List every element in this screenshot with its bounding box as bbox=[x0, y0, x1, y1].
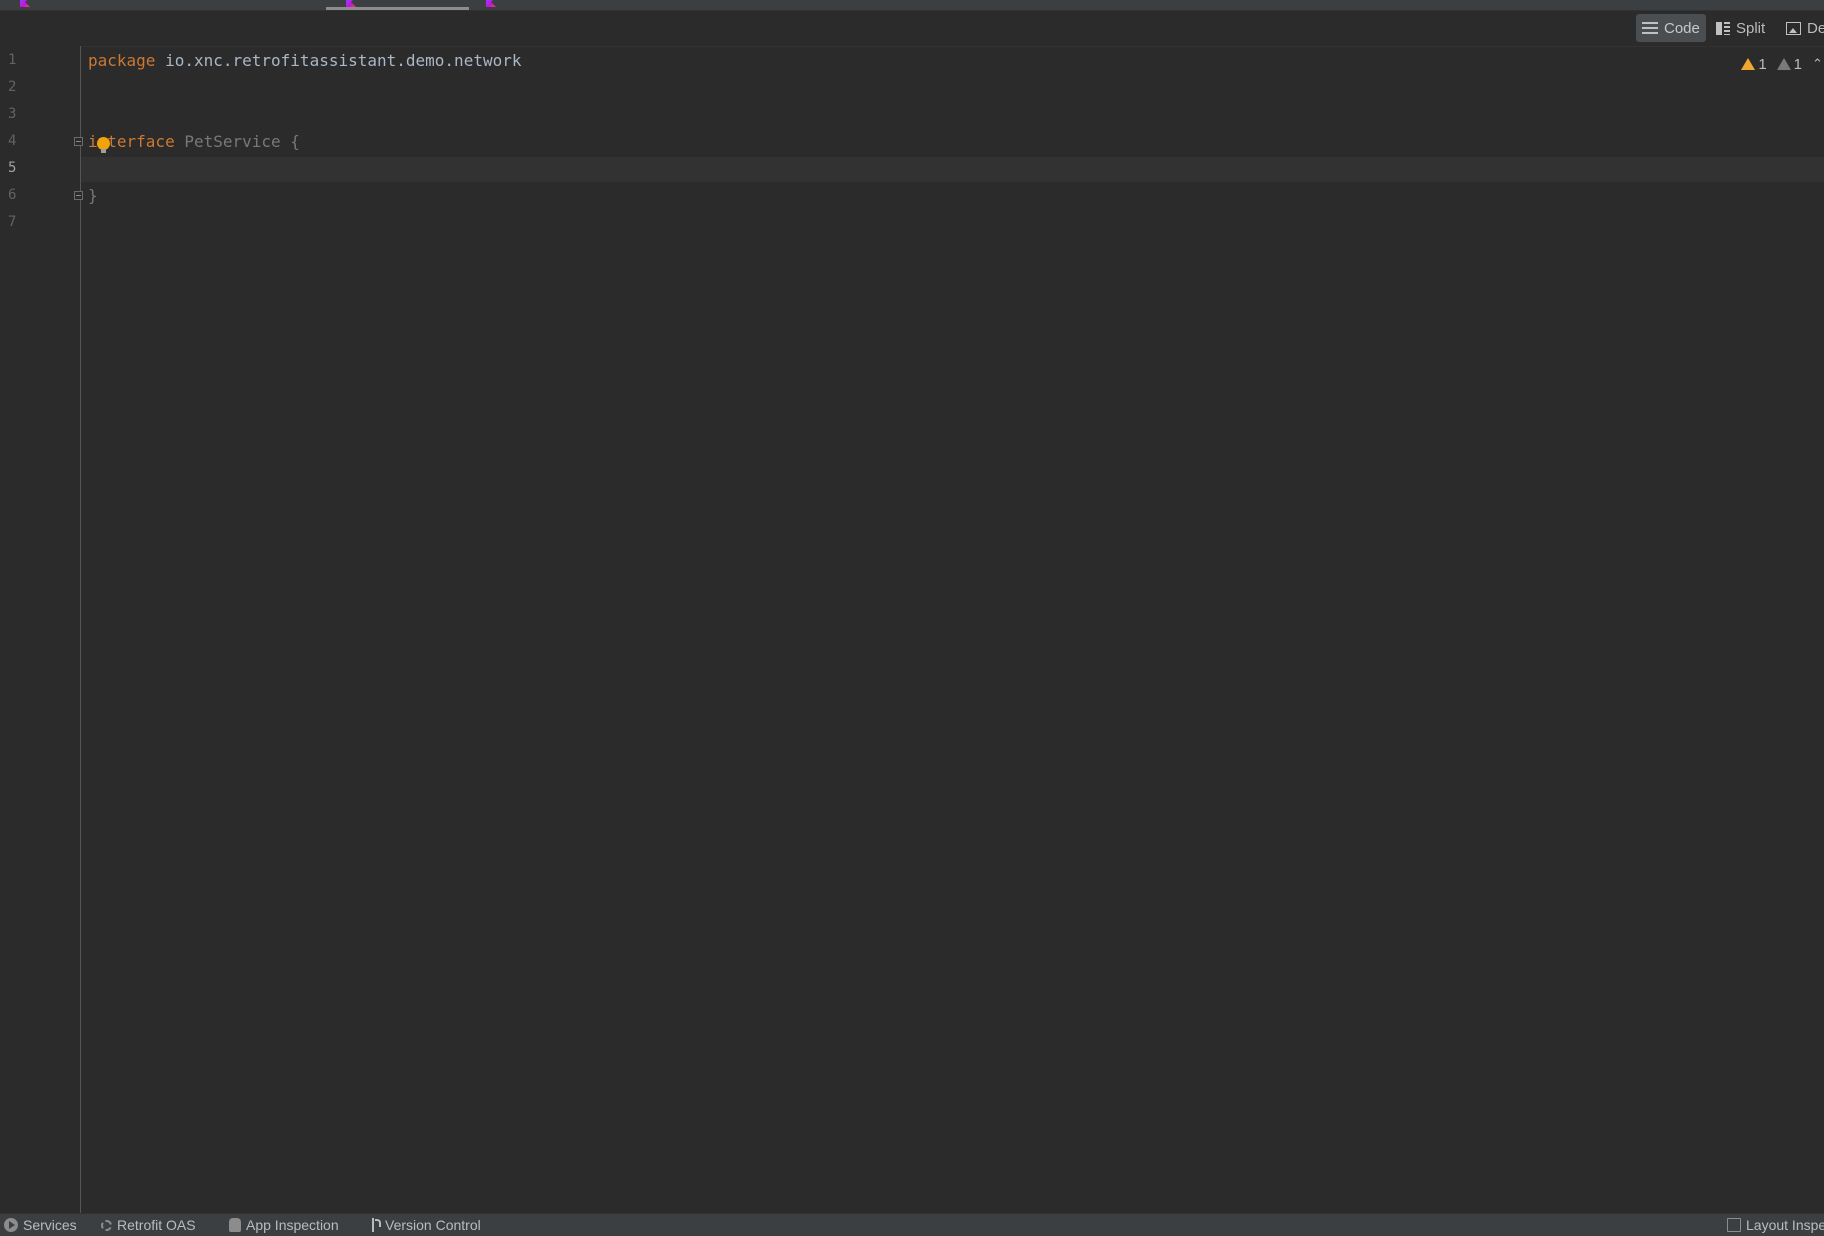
editor-gutter[interactable]: 1 2 3 4 5 6 7 bbox=[0, 46, 83, 1213]
code-view-label: Code bbox=[1664, 19, 1700, 37]
keyword-package: package bbox=[88, 51, 156, 70]
split-icon bbox=[1716, 21, 1730, 35]
intention-bulb-icon[interactable] bbox=[97, 137, 110, 153]
layout-inspector-tool-button[interactable]: Layout Inspe bbox=[1727, 1217, 1824, 1233]
line-number: 6 bbox=[8, 187, 17, 203]
version-control-icon bbox=[370, 1218, 381, 1232]
kotlin-file-icon bbox=[20, 0, 30, 7]
services-icon bbox=[4, 1218, 18, 1232]
interface-declaration: PetService { bbox=[174, 132, 300, 151]
inspection-widget[interactable]: 1 1 ⌃ bbox=[1741, 54, 1824, 74]
design-view-label: De bbox=[1807, 19, 1824, 37]
line-number: 2 bbox=[8, 79, 17, 95]
image-icon bbox=[1786, 21, 1801, 35]
editor-tab-strip bbox=[0, 0, 1824, 11]
warning-count-value: 1 bbox=[1758, 55, 1767, 73]
retrofit-oas-label: Retrofit OAS bbox=[117, 1217, 196, 1233]
line-number: 3 bbox=[8, 106, 17, 122]
warning-icon bbox=[1741, 58, 1756, 70]
editor-tab[interactable] bbox=[480, 0, 600, 10]
design-view-button[interactable]: De bbox=[1780, 14, 1824, 42]
warning-count[interactable]: 1 bbox=[1741, 55, 1767, 73]
weak-warning-count-value: 1 bbox=[1793, 55, 1802, 73]
weak-warning-icon bbox=[1776, 58, 1791, 70]
kotlin-file-icon bbox=[486, 0, 496, 7]
closing-brace: } bbox=[88, 186, 98, 205]
kotlin-file-icon bbox=[346, 0, 356, 7]
version-control-tool-button[interactable]: Version Control bbox=[370, 1217, 481, 1233]
version-control-label: Version Control bbox=[385, 1217, 481, 1233]
line-number-current: 5 bbox=[8, 160, 17, 176]
split-view-button[interactable]: Split bbox=[1710, 14, 1771, 42]
app-inspection-tool-button[interactable]: App Inspection bbox=[229, 1217, 339, 1233]
package-name: io.xnc.retrofitassistant.demo.network bbox=[155, 51, 522, 70]
editor-tab[interactable] bbox=[18, 0, 318, 10]
line-number: 4 bbox=[8, 133, 17, 149]
retrofit-oas-tool-button[interactable]: Retrofit OAS bbox=[101, 1217, 196, 1233]
fold-collapse-icon[interactable] bbox=[74, 137, 83, 146]
line-number: 1 bbox=[8, 52, 17, 68]
fold-end-icon[interactable] bbox=[74, 191, 83, 200]
code-view-button[interactable]: Code bbox=[1636, 14, 1706, 42]
layout-inspector-label: Layout Inspe bbox=[1746, 1217, 1824, 1233]
app-inspection-label: App Inspection bbox=[246, 1217, 339, 1233]
current-line-highlight bbox=[81, 157, 1824, 182]
lines-icon bbox=[1642, 22, 1658, 34]
weak-warning-count[interactable]: 1 bbox=[1776, 55, 1802, 73]
editor-view-mode-toolbar: Code Split De bbox=[0, 11, 1824, 47]
app-inspection-icon bbox=[229, 1218, 241, 1232]
chevron-up-icon[interactable]: ⌃ bbox=[1812, 56, 1824, 72]
split-view-label: Split bbox=[1736, 19, 1766, 37]
retrofit-oas-icon bbox=[101, 1219, 112, 1231]
code-line-6[interactable]: } bbox=[88, 186, 98, 205]
code-line-1[interactable]: package io.xnc.retrofitassistant.demo.ne… bbox=[88, 51, 521, 70]
active-tab-underline bbox=[326, 7, 469, 10]
services-tool-button[interactable]: Services bbox=[4, 1217, 77, 1233]
layout-inspector-icon bbox=[1727, 1218, 1741, 1232]
line-number: 7 bbox=[8, 214, 17, 230]
code-line-4[interactable]: interface PetService { bbox=[88, 132, 300, 151]
services-label: Services bbox=[23, 1217, 77, 1233]
tool-window-bar: Services Retrofit OAS App Inspection Ver… bbox=[0, 1213, 1824, 1236]
